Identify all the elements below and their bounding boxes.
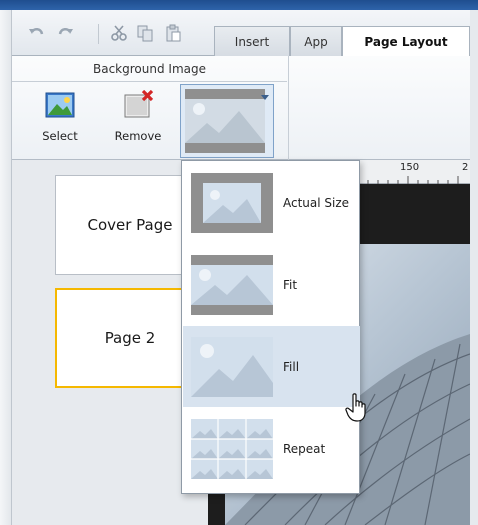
redo-icon[interactable] [56, 24, 74, 42]
title-bar-strip [0, 0, 478, 10]
actual-size-icon [191, 173, 273, 233]
fit-icon [191, 255, 273, 315]
menu-item-label: Fill [283, 359, 300, 374]
remove-label: Remove [114, 129, 162, 143]
chevron-down-icon [261, 95, 269, 100]
background-image-mode-dropdown[interactable] [180, 84, 274, 158]
select-image-button[interactable]: Select [40, 90, 80, 143]
ribbon-panel: Background Image Select Remove [12, 56, 470, 160]
image-remove-icon [124, 89, 154, 118]
group-divider [288, 56, 289, 160]
menu-item-fit[interactable]: Fit [183, 244, 360, 325]
menu-item-repeat[interactable]: Repeat [183, 408, 360, 489]
tab-insert[interactable]: Insert [214, 26, 290, 56]
copy-icon[interactable] [136, 24, 154, 42]
ruler-label-150: 150 [400, 162, 420, 173]
background-image-mode-menu: Actual Size Fit Fill Repeat [181, 160, 360, 494]
menu-item-label: Repeat [283, 441, 326, 456]
menu-item-label: Actual Size [283, 195, 350, 210]
menu-item-fill[interactable]: Fill [183, 326, 360, 407]
menu-item-label: Fit [283, 277, 298, 292]
tab-page-layout[interactable]: Page Layout [342, 26, 470, 57]
tab-app[interactable]: App [290, 26, 342, 56]
ruler-label-2: 2 [462, 162, 469, 173]
menu-item-actual-size[interactable]: Actual Size [183, 162, 360, 243]
page-label: Page 2 [104, 329, 156, 347]
hand-cursor-icon [345, 393, 366, 422]
background-image-preview-icon [185, 89, 265, 153]
select-label: Select [42, 129, 78, 143]
quick-access-toolbar: Insert App Page Layout [12, 10, 470, 57]
undo-icon[interactable] [28, 24, 46, 42]
toolbar-separator [98, 24, 99, 44]
left-edge-panel [0, 10, 12, 525]
group-title-background-image: Background Image [12, 56, 287, 82]
paste-icon[interactable] [164, 24, 182, 42]
fill-icon [191, 337, 273, 397]
image-select-icon [45, 92, 75, 118]
page-label: Cover Page [87, 216, 173, 234]
repeat-icon [191, 419, 273, 479]
cut-icon[interactable] [110, 24, 128, 42]
remove-image-button[interactable]: Remove [111, 89, 165, 143]
pages-panel: Cover Page Page 2 [12, 160, 208, 525]
